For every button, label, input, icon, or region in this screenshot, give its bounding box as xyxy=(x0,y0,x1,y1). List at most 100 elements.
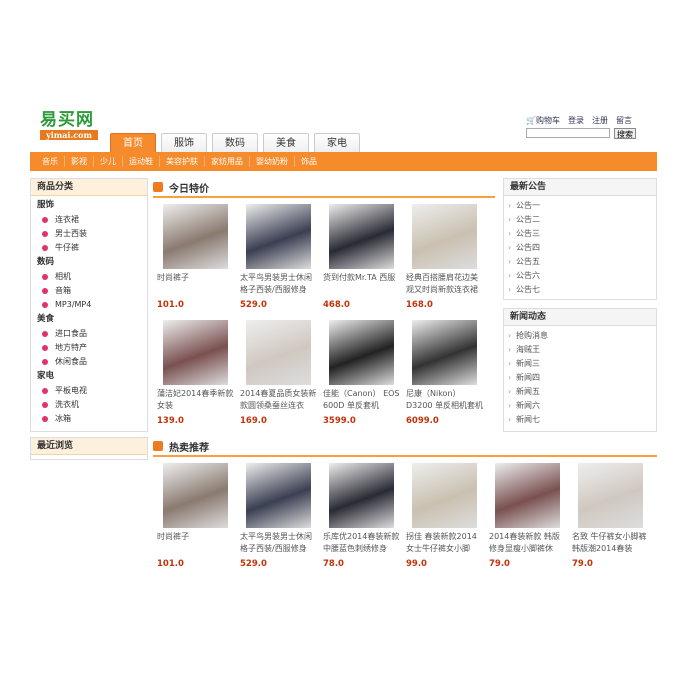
product-name[interactable]: 尼康（Nikon） D3200 单反相机套机 xyxy=(406,388,484,412)
notices-item[interactable]: 公告三 xyxy=(504,227,656,241)
product-card[interactable]: 佳能（Canon） EOS 600D 单反套机 3599.0 xyxy=(319,320,402,436)
subnav-item[interactable]: 音乐 xyxy=(40,156,64,167)
product-image[interactable] xyxy=(578,463,643,528)
login-link[interactable]: 登录 xyxy=(568,115,584,126)
product-card[interactable]: 太平鸟男装男士休闲格子西装/西服修身 529.0 xyxy=(236,204,319,320)
product-image[interactable] xyxy=(163,320,228,385)
category-item[interactable]: MP3/MP4 xyxy=(31,298,147,312)
subnav-item[interactable]: 家纺用品 xyxy=(204,156,249,167)
category-item[interactable]: 连衣裙 xyxy=(31,213,147,227)
product-card[interactable]: 拐佳 春装新款2014女士牛仔裤女小脚 99.0 xyxy=(402,463,485,579)
news-item[interactable]: 新闻三 xyxy=(504,357,656,371)
product-image[interactable] xyxy=(329,320,394,385)
product-name[interactable]: 经典百搭腰肩花边美观又时尚新款连衣裙 xyxy=(406,272,484,296)
product-card[interactable]: 2014春装新款 韩版修身显瘦小脚裤休 79.0 xyxy=(485,463,568,579)
category-item[interactable]: 平板电视 xyxy=(31,384,147,398)
cart-link[interactable]: 🛒购物车 xyxy=(526,115,560,126)
tab-home[interactable]: 首页 xyxy=(110,133,156,153)
product-image[interactable] xyxy=(246,463,311,528)
product-name[interactable]: 佳能（Canon） EOS 600D 单反套机 xyxy=(323,388,401,412)
product-name[interactable]: 拐佳 春装新款2014女士牛仔裤女小脚 xyxy=(406,531,484,555)
product-image[interactable] xyxy=(246,204,311,269)
category-item[interactable]: 牛仔裤 xyxy=(31,241,147,255)
product-image[interactable] xyxy=(163,204,228,269)
product-name[interactable]: 时尚裤子 xyxy=(157,531,235,555)
subnav-item[interactable]: 运动鞋 xyxy=(122,156,159,167)
product-card[interactable]: 2014春夏品质女装新款圆领桑蚕丝连衣 169.0 xyxy=(236,320,319,436)
product-card[interactable]: 名致 牛仔裤女小脚裤韩版潮2014春装 79.0 xyxy=(568,463,651,579)
notices-item[interactable]: 公告六 xyxy=(504,269,656,283)
notices-item[interactable]: 公告四 xyxy=(504,241,656,255)
top-links: 🛒购物车 登录 注册 留言 xyxy=(526,115,632,126)
product-price: 6099.0 xyxy=(406,416,439,426)
product-name[interactable]: 太平鸟男装男士休闲格子西装/西服修身 xyxy=(240,272,318,296)
product-name[interactable]: 乐库优2014春装新款中腰蓝色刺绣修身 xyxy=(323,531,401,555)
product-name[interactable]: 2014春装新款 韩版修身显瘦小脚裤休 xyxy=(489,531,567,555)
product-card[interactable]: 货到付款Mr.TA 西服 468.0 xyxy=(319,204,402,320)
subnav-item[interactable]: 影视 xyxy=(64,156,93,167)
subnav-item[interactable]: 少儿 xyxy=(93,156,122,167)
today-header: 今日特价 xyxy=(153,178,495,198)
product-image[interactable] xyxy=(412,204,477,269)
category-group[interactable]: 服饰 xyxy=(31,198,147,213)
product-name[interactable]: 蒲洁妃2014春季新款女装 xyxy=(157,388,235,412)
tab-clothing[interactable]: 服饰 xyxy=(161,133,207,153)
product-name[interactable]: 2014春夏品质女装新款圆领桑蚕丝连衣 xyxy=(240,388,318,412)
hot-products: 时尚裤子 101.0 太平鸟男装男士休闲格子西装/西服修身 529.0 乐库优2014春… xyxy=(153,463,657,579)
product-card[interactable]: 尼康（Nikon） D3200 单反相机套机 6099.0 xyxy=(402,320,485,436)
category-item[interactable]: 进口食品 xyxy=(31,327,147,341)
product-image[interactable] xyxy=(329,463,394,528)
product-card[interactable]: 时尚裤子 101.0 xyxy=(153,204,236,320)
product-card[interactable]: 太平鸟男装男士休闲格子西装/西服修身 529.0 xyxy=(236,463,319,579)
category-group[interactable]: 数码 xyxy=(31,255,147,270)
product-image[interactable] xyxy=(329,204,394,269)
news-item[interactable]: 新闻六 xyxy=(504,399,656,413)
subnav-item[interactable]: 婴幼奶粉 xyxy=(249,156,294,167)
subnav-item[interactable]: 饰品 xyxy=(294,156,323,167)
tab-digital[interactable]: 数码 xyxy=(212,133,258,153)
category-group[interactable]: 家电 xyxy=(31,369,147,384)
category-group[interactable]: 美食 xyxy=(31,312,147,327)
message-link[interactable]: 留言 xyxy=(616,115,632,126)
news-item[interactable]: 抢购消息 xyxy=(504,329,656,343)
product-image[interactable] xyxy=(163,463,228,528)
product-name[interactable]: 太平鸟男装男士休闲格子西装/西服修身 xyxy=(240,531,318,555)
category-item[interactable]: 相机 xyxy=(31,270,147,284)
news-item[interactable]: 新闻七 xyxy=(504,413,656,427)
tab-food[interactable]: 美食 xyxy=(263,133,309,153)
product-name[interactable]: 时尚裤子 xyxy=(157,272,235,296)
category-item[interactable]: 音箱 xyxy=(31,284,147,298)
product-image[interactable] xyxy=(412,463,477,528)
category-item[interactable]: 地方特产 xyxy=(31,341,147,355)
product-image[interactable] xyxy=(246,320,311,385)
category-item[interactable]: 休闲食品 xyxy=(31,355,147,369)
product-card[interactable]: 乐库优2014春装新款中腰蓝色刺绣修身 78.0 xyxy=(319,463,402,579)
register-link[interactable]: 注册 xyxy=(592,115,608,126)
section-icon xyxy=(153,182,163,192)
logo[interactable]: 易买网 yimai.com xyxy=(40,110,98,140)
product-price: 468.0 xyxy=(323,300,350,310)
subnav-item[interactable]: 美容护肤 xyxy=(159,156,204,167)
search-button[interactable]: 搜索 xyxy=(614,128,636,139)
notices-item[interactable]: 公告五 xyxy=(504,255,656,269)
category-item[interactable]: 洗衣机 xyxy=(31,398,147,412)
product-image[interactable] xyxy=(495,463,560,528)
product-name[interactable]: 货到付款Mr.TA 西服 xyxy=(323,272,401,296)
notices-item[interactable]: 公告二 xyxy=(504,213,656,227)
notices-item[interactable]: 公告一 xyxy=(504,199,656,213)
product-image[interactable] xyxy=(412,320,477,385)
product-card[interactable]: 经典百搭腰肩花边美观又时尚新款连衣裙 168.0 xyxy=(402,204,485,320)
search-input[interactable] xyxy=(526,128,610,138)
product-card[interactable]: 时尚裤子 101.0 xyxy=(153,463,236,579)
tab-appliances[interactable]: 家电 xyxy=(314,133,360,153)
news-item[interactable]: 海贼王 xyxy=(504,343,656,357)
product-name[interactable]: 名致 牛仔裤女小脚裤韩版潮2014春装 xyxy=(572,531,650,555)
category-item[interactable]: 冰箱 xyxy=(31,412,147,426)
news-list: 抢购消息海贼王新闻三新闻四新闻五新闻六新闻七 xyxy=(504,326,656,427)
notices-item[interactable]: 公告七 xyxy=(504,283,656,297)
news-item[interactable]: 新闻五 xyxy=(504,385,656,399)
news-item[interactable]: 新闻四 xyxy=(504,371,656,385)
category-item[interactable]: 男士西装 xyxy=(31,227,147,241)
product-card[interactable]: 蒲洁妃2014春季新款女装 139.0 xyxy=(153,320,236,436)
recent-title: 最近浏览 xyxy=(31,438,147,455)
